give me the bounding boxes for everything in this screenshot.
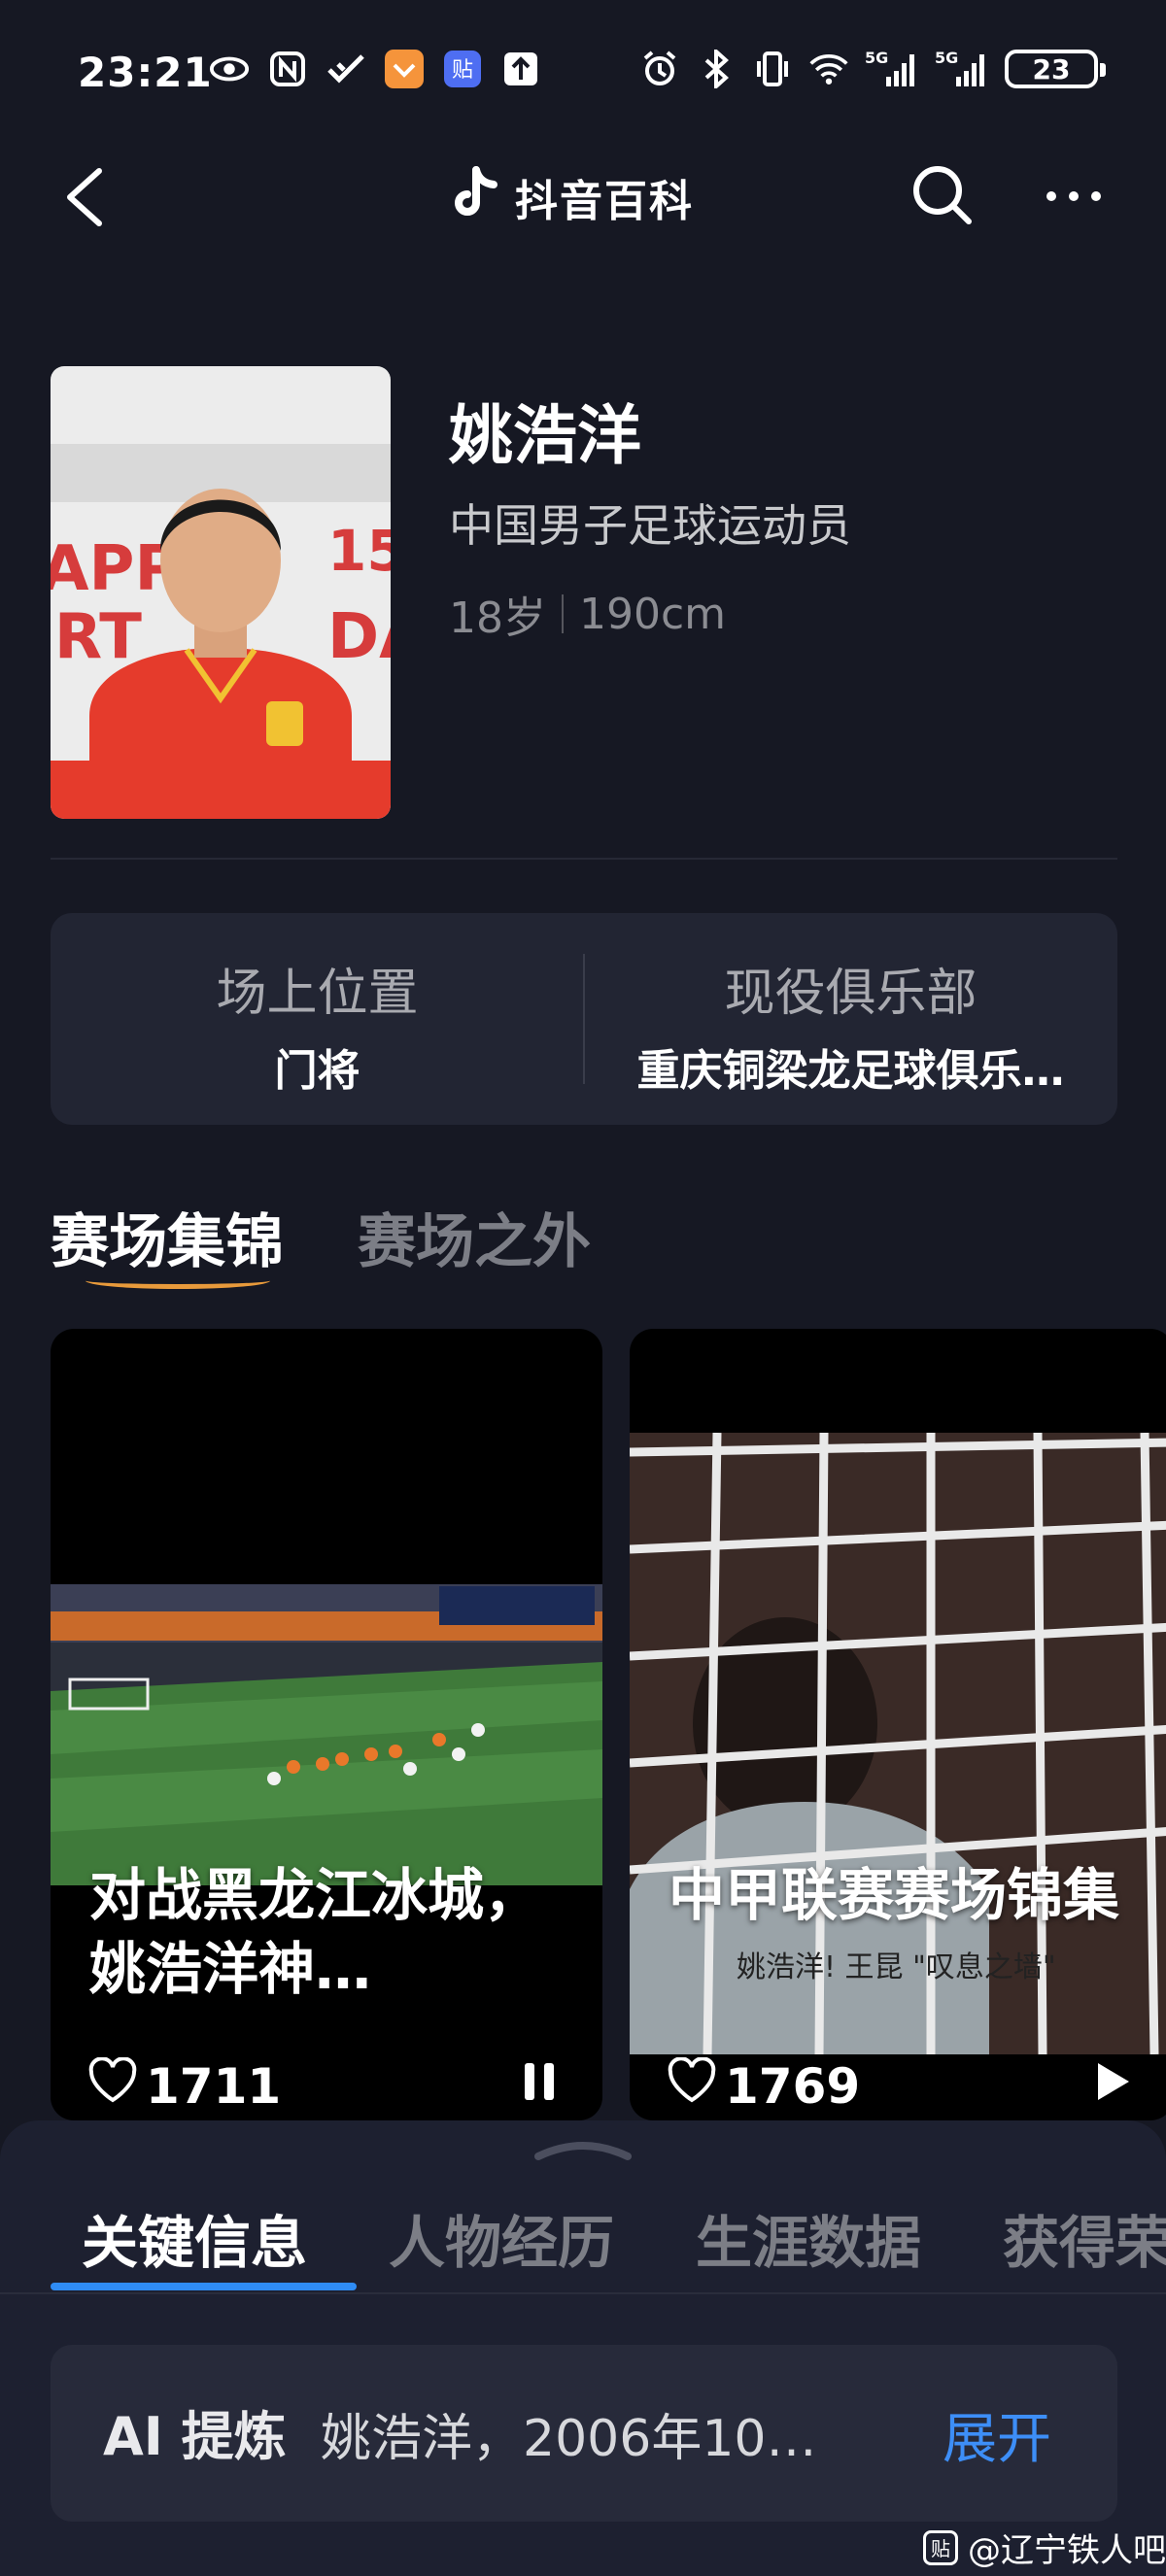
shield-app-icon [384,49,425,89]
video-card[interactable]: 对战黑龙江冰城，姚浩洋神… 1711 [51,1329,602,2120]
status-time: 23:21 [78,49,213,96]
video-title: 中甲联赛赛场锦集 [669,1862,1120,1928]
info-value: 门将 [274,1046,360,1096]
sheet-handle-icon[interactable] [532,2135,634,2164]
watermark-text: @辽宁铁人吧 [968,2531,1166,2570]
svg-text:5G: 5G [865,50,888,67]
page-title: 抖音百科 [515,177,694,226]
expand-button[interactable]: 展开 [943,2395,1051,2474]
video-stats: 1711 [87,2056,282,2116]
more-icon[interactable] [1040,175,1108,218]
battery-icon: 23 [1005,50,1106,88]
vibrate-icon [752,49,793,89]
tab-active-indicator [86,1272,270,1289]
tab-experience[interactable]: 人物经历 [389,2197,614,2279]
info-card: 场上位置 门将 现役俱乐部 重庆铜梁龙足球俱乐… [51,913,1117,1125]
tab-active-indicator [51,2283,357,2290]
info-label: 场上位置 [216,965,419,1023]
svg-text:5G: 5G [935,50,958,67]
alarm-icon [639,49,680,89]
battery-level: 23 [1032,52,1071,85]
tab-highlights[interactable]: 赛场集锦 [51,1195,284,1279]
profile-height: 190cm [579,589,727,639]
check-icon [326,49,366,89]
watermark: 贴 @辽宁铁人吧 [923,2524,1166,2571]
ai-summary-card[interactable]: AI 提炼 姚浩洋，2006年10… 展开 [51,2345,1117,2522]
svg-text:DA: DA [327,601,391,673]
svg-text:15T: 15T [327,518,391,584]
tab-career-stats[interactable]: 生涯数据 [696,2197,921,2279]
tab-key-info[interactable]: 关键信息 [82,2197,307,2279]
play-icon[interactable] [1086,2057,1135,2106]
app-brand: 抖音百科 [447,163,694,231]
tieba-icon: 贴 [923,2529,958,2565]
info-position[interactable]: 场上位置 门将 [51,913,584,1125]
profile-subtitle: 中国男子足球运动员 [449,499,851,552]
meta-divider [562,594,564,633]
signal-icon: 5G [935,49,989,89]
search-icon[interactable] [909,161,977,229]
video-thumbnail: 姚浩洋! 王昆 "叹息之墙" [630,1433,1166,2054]
status-bar: 23:21 贴 5G 5G 23 [0,0,1166,146]
signal-icon: 5G [865,49,919,89]
info-club[interactable]: 现役俱乐部 重庆铜梁龙足球俱乐… [584,913,1117,1125]
like-count: 1769 [725,2058,861,2115]
like-count: 1711 [146,2058,282,2115]
back-icon[interactable] [58,163,117,231]
douyin-logo-icon [447,166,501,228]
ai-label: AI 提炼 [103,2406,287,2467]
profile-age: 18岁 [449,593,546,643]
profile-meta: 18岁 190cm [449,583,726,645]
tab-honors[interactable]: 获得荣 [1003,2197,1166,2279]
video-thumbnail [51,1584,602,1885]
bluetooth-icon [696,49,737,89]
divider [51,858,1117,860]
tieba-icon: 贴 [442,49,483,89]
tab-off-field[interactable]: 赛场之外 [358,1195,591,1279]
nfc-icon [267,49,308,89]
divider [0,2292,1166,2294]
heart-icon[interactable] [87,2056,138,2116]
pause-icon[interactable] [515,2057,564,2106]
status-left-icons: 贴 [209,49,541,89]
profile-photo[interactable]: APPY IRT 15T DA [51,366,391,819]
video-title: 对战黑龙江冰城，姚浩洋神… [89,1862,541,2002]
heart-icon[interactable] [667,2056,717,2116]
svg-text:贴: 贴 [452,58,473,83]
eye-icon [209,49,250,89]
video-card[interactable]: 姚浩洋! 王昆 "叹息之墙" 中甲联赛赛场锦集 1769 [630,1329,1166,2120]
svg-text:姚浩洋! 王昆 "叹息之墙": 姚浩洋! 王昆 "叹息之墙" [737,1950,1056,1984]
wifi-icon [808,49,849,89]
svg-text:IRT: IRT [51,601,142,673]
status-right-icons: 5G 5G 23 [639,49,1106,89]
ai-summary-text: 姚浩洋，2006年10… [321,2410,817,2468]
upload-icon [500,49,541,89]
info-label: 现役俱乐部 [724,965,977,1023]
video-stats: 1769 [667,2056,861,2116]
profile-name: 姚浩洋 [449,398,641,473]
info-value: 重庆铜梁龙足球俱乐… [636,1046,1065,1096]
